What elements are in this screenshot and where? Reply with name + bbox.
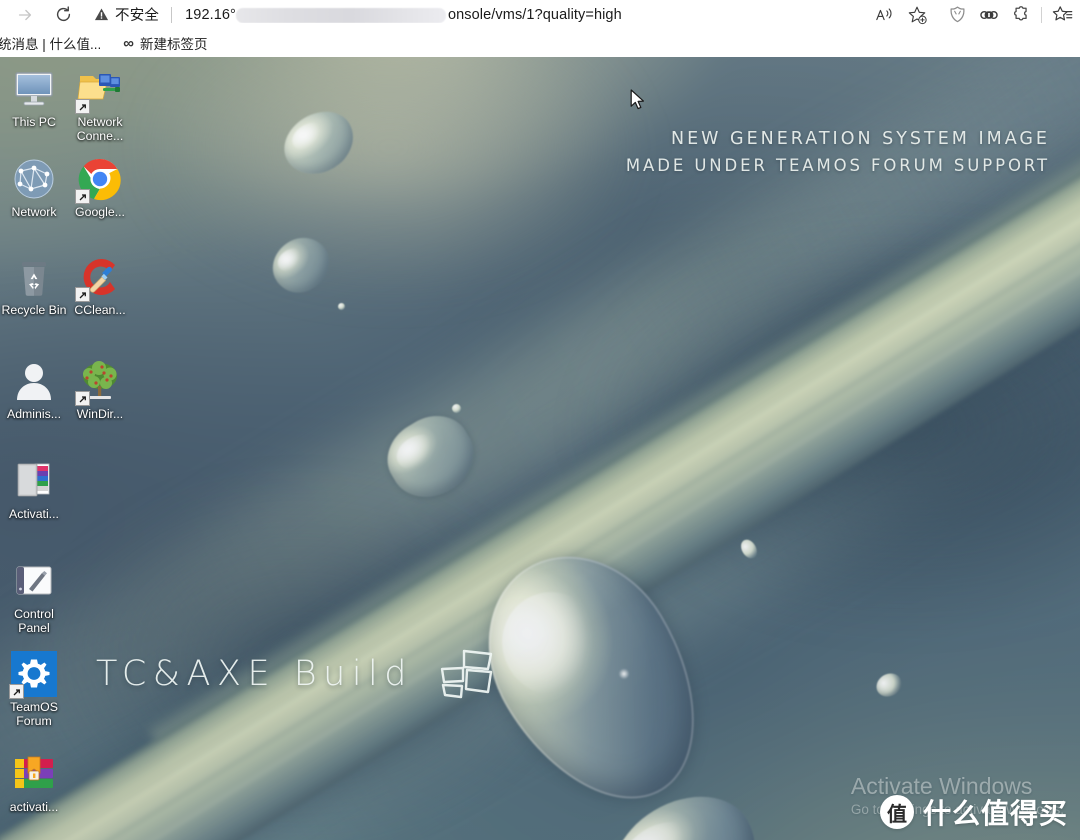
infinity-icon (980, 10, 998, 19)
url-suffix: onsole/vms/1?quality=high (447, 6, 622, 23)
desktop-icon-windirstat[interactable]: WinDir... (66, 357, 134, 421)
star-list-icon (1052, 6, 1072, 21)
network-globe-icon (10, 155, 58, 203)
wallpaper-tagline: NEW GENERATION SYSTEM IMAGE MADE UNDER T… (626, 126, 1050, 178)
address-divider (171, 6, 173, 23)
reload-icon (56, 6, 70, 22)
user-account-icon (10, 357, 58, 405)
desktop-icon-recycle-bin[interactable]: Recycle Bin (0, 253, 68, 317)
wallpaper-brand-text: TC&AXE Build (96, 654, 413, 694)
site-security-indicator[interactable]: 不安全 (94, 4, 159, 25)
browser-essentials-button[interactable] (941, 0, 973, 29)
toolbar-separator (1041, 6, 1042, 23)
desktop-icon-label: Network (11, 205, 57, 219)
browser-toolbar: 不安全 192.16° onsole/vms/1?quality=high (0, 0, 1080, 29)
winrar-archive-icon (10, 750, 58, 798)
desktop-icon-ccleaner[interactable]: CClean... (66, 253, 134, 317)
bookmark-label: 新建标签页 (139, 37, 208, 52)
smzdm-logo-icon: 值 (879, 795, 914, 829)
forward-button[interactable] (8, 0, 42, 29)
bookmark-label: 统消息 | 什么值... (0, 37, 102, 52)
teamos-logo-icon (440, 649, 493, 699)
ccleaner-icon (75, 253, 124, 302)
star-plus-icon (908, 6, 927, 24)
shortcut-overlay-icon (75, 391, 90, 406)
read-aloud-icon (876, 7, 892, 20)
bookmark-item-new-tab[interactable]: ∞ 新建标签页 (116, 32, 214, 54)
desktop-surface[interactable]: NEW GENERATION SYSTEM IMAGE MADE UNDER T… (0, 57, 1080, 840)
desktop-icon-label: WinDir... (76, 407, 124, 421)
url-redaction-blur (235, 8, 446, 23)
desktop-icon-network-connections[interactable]: Network Conne... (66, 65, 134, 143)
bookmarks-bar: 统消息 | 什么值... ∞ 新建标签页 (0, 29, 1080, 57)
desktop-icon-label: Activati... (9, 507, 59, 521)
desktop-icon-control-panel[interactable]: Control Panel (0, 557, 68, 635)
recycle-bin-icon (10, 253, 58, 301)
network-connections-icon (75, 65, 124, 114)
desktop-icon-label: Network Conne... (76, 115, 124, 143)
desktop-icon-network[interactable]: Network (0, 155, 68, 219)
desktop-icon-teamos-forum[interactable]: TeamOS Forum (0, 650, 68, 728)
desktop-icon-this-pc[interactable]: This PC (0, 65, 68, 129)
toolbar-icon-cluster (869, 0, 1078, 29)
wallpaper-tagline-line1: NEW GENERATION SYSTEM IMAGE (671, 129, 1050, 149)
desktop-icon-label: CClean... (74, 303, 126, 317)
monitor-icon (10, 65, 58, 113)
address-bar[interactable]: 不安全 192.16° onsole/vms/1?quality=high (78, 1, 858, 28)
desktop-icon-activation-folder[interactable]: Activati... (0, 457, 68, 521)
wallpaper-brand: TC&AXE Build (96, 648, 495, 700)
desktop-icon-label: Adminis... (7, 407, 61, 421)
desktop-icon-label: activati... (9, 800, 59, 814)
reload-button[interactable] (46, 0, 80, 29)
desktop-icon-label: This PC (12, 115, 56, 129)
chrome-icon (75, 155, 124, 204)
infinity-icon: ∞ (123, 34, 134, 52)
read-aloud-button[interactable] (869, 0, 901, 29)
warning-triangle-icon (94, 8, 109, 21)
wallpaper-tagline-line2: MADE UNDER TEAMOS FORUM SUPPORT (625, 155, 1050, 175)
desktop-icon-label: Recycle Bin (1, 303, 67, 317)
shortcut-overlay-icon (75, 99, 90, 114)
control-panel-icon (10, 557, 58, 605)
shortcut-overlay-icon (75, 287, 90, 302)
security-label: 不安全 (115, 8, 160, 24)
browser-chrome: 不安全 192.16° onsole/vms/1?quality=high 统消… (0, 0, 1080, 57)
url-text[interactable]: 192.16° onsole/vms/1?quality=high (185, 7, 858, 23)
folder-color-icon (10, 457, 58, 505)
bookmark-item-smzdm[interactable]: 统消息 | 什么值... (0, 32, 108, 54)
shortcut-overlay-icon (75, 189, 90, 204)
infinity-extension-button[interactable] (973, 0, 1005, 29)
shortcut-overlay-icon (9, 684, 24, 699)
arrow-right-icon (18, 9, 32, 20)
url-prefix: 192.16° (185, 6, 236, 23)
shield-icon (949, 6, 965, 23)
gear-blue-icon (9, 650, 58, 699)
windirstat-tree-icon (75, 357, 124, 406)
desktop-icon-label: Control Panel (14, 607, 54, 635)
puzzle-icon (1013, 6, 1027, 21)
desktop-icon-label: Google... (75, 205, 125, 219)
smzdm-watermark-badge: 值 什么值得买 (879, 792, 1068, 832)
smzdm-watermark-text: 什么值得买 (922, 797, 1068, 830)
add-favorite-button[interactable] (901, 0, 933, 29)
desktop-icon-google-chrome[interactable]: Google... (66, 155, 134, 219)
extensions-button[interactable] (1005, 0, 1037, 29)
favorites-list-button[interactable] (1046, 0, 1078, 29)
mouse-pointer-icon (630, 89, 644, 110)
desktop-icon-administrator[interactable]: Adminis... (0, 357, 68, 421)
desktop-icon-label: TeamOS Forum (10, 700, 58, 728)
desktop-icon-activation-archive[interactable]: activati... (0, 750, 68, 814)
